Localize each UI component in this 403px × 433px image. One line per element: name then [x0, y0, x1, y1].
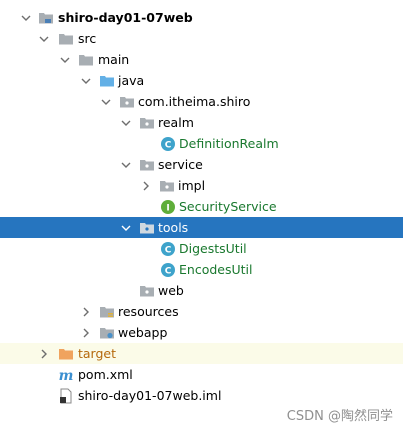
main-label: main: [98, 52, 130, 67]
chevron-right-icon[interactable]: [38, 348, 50, 360]
watermark: CSDN @陶然同学: [286, 409, 393, 424]
chevron-down-icon[interactable]: [100, 96, 112, 108]
package-icon: [139, 115, 155, 131]
tree-node-encodes-util[interactable]: C EncodesUtil: [0, 259, 403, 280]
interface-icon: I: [160, 199, 176, 215]
chevron-down-icon[interactable]: [38, 33, 50, 45]
tree-node-target[interactable]: target: [0, 343, 403, 364]
resources-folder-icon: [99, 304, 115, 320]
tree-node-src[interactable]: src: [0, 28, 403, 49]
target-label: target: [78, 346, 117, 361]
tree-node-java[interactable]: java: [0, 70, 403, 91]
tree-node-webapp[interactable]: webapp: [0, 322, 403, 343]
tree-node-realm[interactable]: realm: [0, 112, 403, 133]
chevron-right-icon[interactable]: [80, 306, 92, 318]
web-label: web: [158, 283, 184, 298]
package-icon: [119, 94, 135, 110]
definition-realm-label: DefinitionRealm: [179, 136, 279, 151]
module-file-icon: [58, 388, 74, 404]
tree-node-digests-util[interactable]: C DigestsUtil: [0, 238, 403, 259]
chevron-right-icon[interactable]: [80, 327, 92, 339]
web-folder-icon: [99, 325, 115, 341]
root-label: shiro-day01-07web: [58, 10, 193, 25]
resources-label: resources: [118, 304, 179, 319]
tree-node-security-service[interactable]: I SecurityService: [0, 196, 403, 217]
source-folder-icon: [99, 73, 115, 89]
package-icon: [139, 220, 155, 236]
java-label: java: [118, 73, 145, 88]
src-label: src: [78, 31, 97, 46]
class-icon: C: [160, 136, 176, 152]
chevron-right-icon[interactable]: [140, 180, 152, 192]
package-icon: [139, 283, 155, 299]
pom-label: pom.xml: [78, 367, 133, 382]
tree-node-web[interactable]: web: [0, 280, 403, 301]
digests-util-label: DigestsUtil: [179, 241, 247, 256]
folder-icon: [78, 52, 94, 68]
tree-node-root[interactable]: shiro-day01-07web: [0, 7, 403, 28]
class-icon: C: [160, 262, 176, 278]
svg-text:I: I: [166, 203, 169, 213]
tree-node-main[interactable]: main: [0, 49, 403, 70]
module-folder-icon: [38, 10, 54, 26]
chevron-down-icon[interactable]: [59, 54, 71, 66]
tree-node-package[interactable]: com.itheima.shiro: [0, 91, 403, 112]
encodes-util-label: EncodesUtil: [179, 262, 253, 277]
chevron-down-icon[interactable]: [80, 75, 92, 87]
webapp-label: webapp: [118, 325, 168, 340]
tools-label: tools: [158, 220, 189, 235]
chevron-down-icon[interactable]: [20, 12, 32, 24]
tree-node-tools[interactable]: tools: [0, 217, 403, 238]
iml-label: shiro-day01-07web.iml: [78, 388, 222, 403]
package-label: com.itheima.shiro: [138, 94, 251, 109]
svg-text:C: C: [165, 245, 172, 255]
chevron-down-icon[interactable]: [120, 159, 132, 171]
package-icon: [139, 157, 155, 173]
realm-label: realm: [158, 115, 194, 130]
excluded-folder-icon: [58, 346, 74, 362]
folder-icon: [58, 31, 74, 47]
tree-node-impl[interactable]: impl: [0, 175, 403, 196]
maven-icon: m: [58, 367, 74, 383]
chevron-down-icon[interactable]: [120, 222, 132, 234]
svg-text:C: C: [165, 266, 172, 276]
tree-node-definition-realm[interactable]: C DefinitionRealm: [0, 133, 403, 154]
tree-node-iml[interactable]: shiro-day01-07web.iml: [0, 385, 403, 406]
svg-text:m: m: [59, 368, 74, 383]
impl-label: impl: [178, 178, 206, 193]
package-icon: [159, 178, 175, 194]
chevron-down-icon[interactable]: [120, 117, 132, 129]
tree-node-service[interactable]: service: [0, 154, 403, 175]
security-service-label: SecurityService: [179, 199, 277, 214]
service-label: service: [158, 157, 203, 172]
svg-text:C: C: [165, 140, 172, 150]
class-icon: C: [160, 241, 176, 257]
tree-node-pom[interactable]: m pom.xml: [0, 364, 403, 385]
tree-node-resources[interactable]: resources: [0, 301, 403, 322]
